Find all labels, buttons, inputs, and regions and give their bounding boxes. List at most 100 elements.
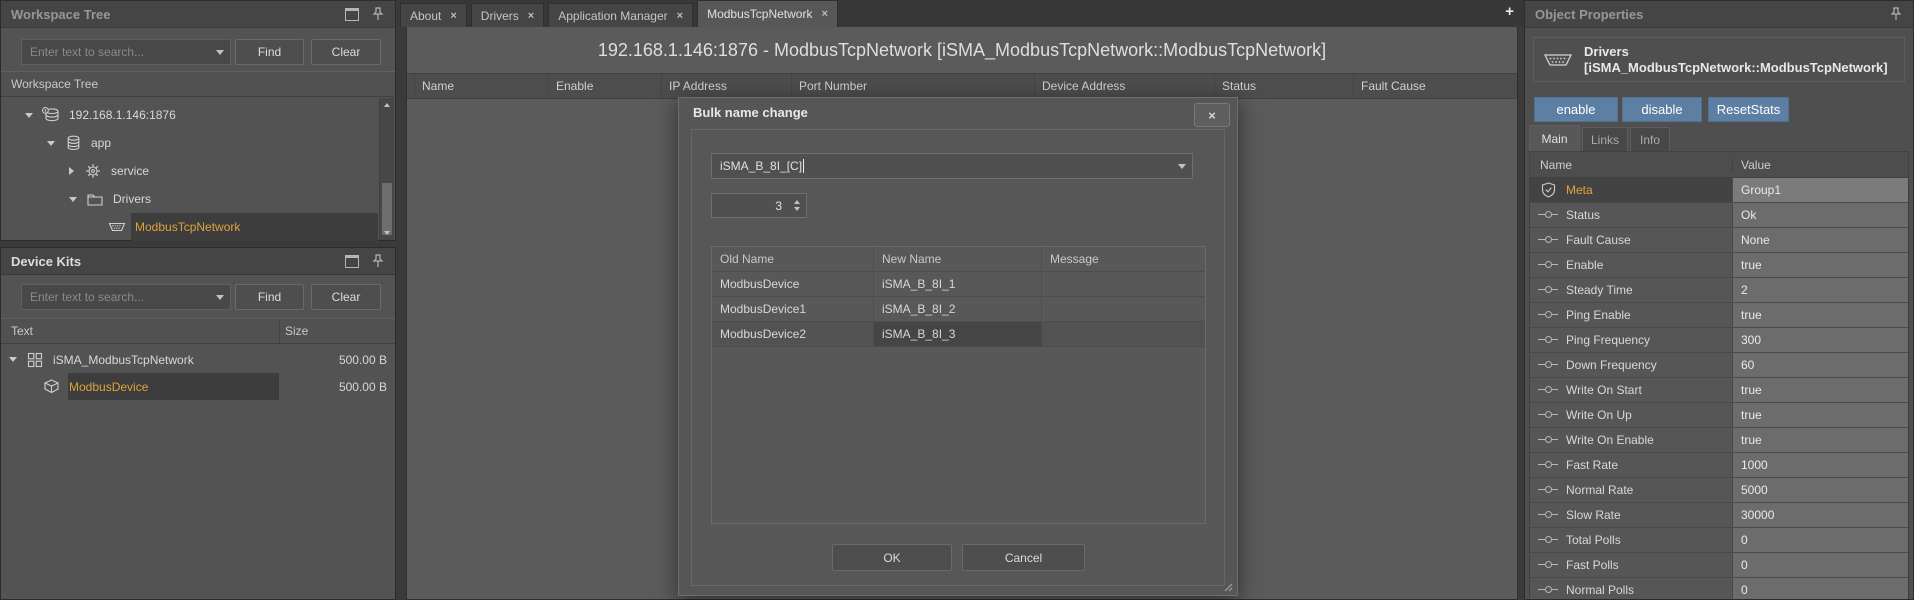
chevron-down-icon[interactable] [210,40,230,64]
property-row-ping-enable[interactable]: Ping Enable true [1530,303,1908,328]
tree-node-modbustcpnetwork[interactable]: ModbusTcpNetwork [1,213,381,241]
property-value[interactable]: true [1732,378,1908,402]
property-value[interactable]: 0 [1732,553,1908,577]
spinner-up-icon[interactable] [794,200,800,204]
new-name-cell[interactable]: iSMA_B_8I_2 [874,297,1042,321]
column-header-device-address[interactable]: Device Address [1034,74,1214,98]
rename-row[interactable]: ModbusDevice1 iSMA_B_8I_2 [712,297,1205,322]
close-icon[interactable]: × [1194,103,1230,127]
property-row-ping-frequency[interactable]: Ping Frequency 300 [1530,328,1908,353]
cancel-button[interactable]: Cancel [962,544,1085,571]
property-row-write-on-up[interactable]: Write On Up true [1530,403,1908,428]
rename-row[interactable]: ModbusDevice iSMA_B_8I_1 [712,272,1205,297]
column-header-value[interactable]: Value [1732,158,1908,172]
property-row-fault-cause[interactable]: Fault Cause None [1530,228,1908,253]
tab-modbustcpnetwork[interactable]: ModbusTcpNetwork × [697,0,838,27]
tab-info[interactable]: Info [1630,127,1670,151]
new-name-cell[interactable]: iSMA_B_8I_3 [874,322,1042,346]
disable-button[interactable]: disable [1622,97,1702,122]
column-header-message[interactable]: Message [1042,247,1205,271]
resetstats-button[interactable]: ResetStats [1708,97,1789,122]
property-row-steady-time[interactable]: Steady Time 2 [1530,278,1908,303]
property-row-fast-polls[interactable]: Fast Polls 0 [1530,553,1908,578]
new-name-cell[interactable]: iSMA_B_8I_1 [874,272,1042,296]
column-header-enable[interactable]: Enable [548,74,661,98]
workspace-clear-button[interactable]: Clear [311,39,381,65]
close-icon[interactable]: × [450,10,456,22]
chevron-down-icon[interactable] [1172,154,1192,178]
property-value[interactable]: true [1732,403,1908,427]
device-kits-clear-button[interactable]: Clear [311,284,381,310]
column-header-new-name[interactable]: New Name [874,247,1042,271]
column-header-old-name[interactable]: Old Name [712,247,874,271]
chevron-down-icon[interactable] [210,285,230,309]
property-row-normal-rate[interactable]: Normal Rate 5000 [1530,478,1908,503]
scroll-down-icon[interactable] [384,231,390,235]
property-value[interactable]: Ok [1732,203,1908,227]
property-value[interactable]: 5000 [1732,478,1908,502]
enable-button[interactable]: enable [1534,97,1618,122]
tree-node-app[interactable]: app [1,129,381,157]
device-kits-find-button[interactable]: Find [235,284,304,310]
property-row-enable[interactable]: Enable true [1530,253,1908,278]
pin-icon[interactable] [1889,7,1903,21]
expander-closed-icon[interactable] [69,167,74,175]
property-value[interactable]: true [1732,303,1908,327]
property-row-status[interactable]: Status Ok [1530,203,1908,228]
column-header-name[interactable]: Name [414,74,548,98]
tab-drivers[interactable]: Drivers × [471,3,544,27]
pin-icon[interactable] [371,254,385,268]
device-kits-search-combo[interactable] [21,284,231,310]
workspace-find-button[interactable]: Find [235,39,304,65]
column-header-fault-cause[interactable]: Fault Cause [1353,74,1517,98]
property-row-total-polls[interactable]: Total Polls 0 [1530,528,1908,553]
expander-open-icon[interactable] [9,357,17,362]
workspace-search-combo[interactable] [21,39,231,65]
rename-row[interactable]: ModbusDevice2 iSMA_B_8I_3 [712,322,1205,347]
kit-row-isma-modbustcpnetwork[interactable]: iSMA_ModbusTcpNetwork 500.00 B [1,346,395,373]
add-tab-icon[interactable]: + [1505,3,1514,20]
property-value[interactable]: 60 [1732,353,1908,377]
property-value[interactable]: Group1 [1732,178,1908,202]
property-value[interactable]: 2 [1732,278,1908,302]
scrollbar-thumb[interactable] [382,183,392,235]
close-icon[interactable]: × [677,10,683,22]
restore-icon[interactable] [345,255,359,268]
expander-open-icon[interactable] [25,113,33,118]
property-row-normal-polls[interactable]: Normal Polls 0 [1530,578,1908,599]
pin-icon[interactable] [371,7,385,21]
close-icon[interactable]: × [528,10,534,22]
property-value[interactable]: true [1732,253,1908,277]
property-value[interactable]: true [1732,428,1908,452]
property-value[interactable]: None [1732,228,1908,252]
tab-application-manager[interactable]: Application Manager × [548,3,693,27]
scroll-up-icon[interactable] [384,103,390,107]
tree-node-station[interactable]: 192.168.1.146:1876 [1,101,381,129]
property-value[interactable]: 0 [1732,578,1908,599]
column-header-status[interactable]: Status [1214,74,1353,98]
property-row-down-frequency[interactable]: Down Frequency 60 [1530,353,1908,378]
property-row-write-on-start[interactable]: Write On Start true [1530,378,1908,403]
tab-links[interactable]: Links [1582,127,1628,151]
kit-row-modbusdevice[interactable]: ModbusDevice 500.00 B [1,373,395,400]
property-row-meta[interactable]: Meta Group1 [1530,178,1908,203]
ok-button[interactable]: OK [832,544,952,571]
property-row-write-on-enable[interactable]: Write On Enable true [1530,428,1908,453]
expander-open-icon[interactable] [47,141,55,146]
tree-node-service[interactable]: service [1,157,381,185]
property-value[interactable]: 1000 [1732,453,1908,477]
name-pattern-combo[interactable]: iSMA_B_8I_[C] [711,153,1193,179]
tab-about[interactable]: About × [400,3,467,27]
property-value[interactable]: 30000 [1732,503,1908,527]
restore-icon[interactable] [345,8,359,21]
spinner-down-icon[interactable] [794,207,800,211]
device-kits-search-input[interactable] [22,290,210,304]
column-header-ip-address[interactable]: IP Address [661,74,791,98]
property-row-fast-rate[interactable]: Fast Rate 1000 [1530,453,1908,478]
property-row-slow-rate[interactable]: Slow Rate 30000 [1530,503,1908,528]
close-icon[interactable]: × [821,8,827,20]
column-header-port-number[interactable]: Port Number [791,74,1034,98]
workspace-tree-scrollbar[interactable] [379,98,394,240]
expander-open-icon[interactable] [69,197,77,202]
property-value[interactable]: 300 [1732,328,1908,352]
